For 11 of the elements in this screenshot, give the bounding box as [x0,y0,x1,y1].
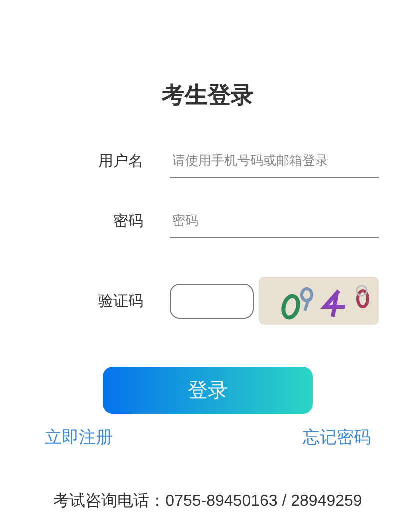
captcha-field[interactable] [170,284,254,318]
text-field[interactable]: 密码 [170,204,378,238]
page-title: 考生登录 [162,81,254,110]
field-label: 用户名 [98,152,144,170]
register-link[interactable]: 立即注册 [45,426,113,449]
field-label: 验证码 [98,292,144,310]
login-button[interactable]: 登录 [103,367,313,414]
forgot-password-link[interactable]: 忘记密码 [303,426,371,449]
text-field[interactable]: 请使用手机号码或邮箱登录 [170,144,378,178]
contact-phone: 考试咨询电话：0755-89450163 / 28949259 [54,492,362,512]
field-label: 密码 [112,212,144,230]
